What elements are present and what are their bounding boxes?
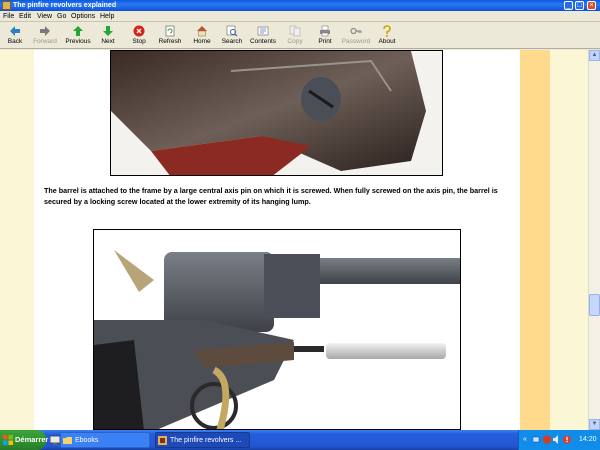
scroll-down-arrow[interactable]: ▼ (589, 419, 600, 430)
refresh-button[interactable]: Refresh (157, 24, 183, 48)
app-icon (2, 1, 11, 10)
content-viewport[interactable]: The barrel is attached to the frame by a… (0, 50, 588, 430)
ebook-app-icon (158, 436, 167, 445)
copy-icon (289, 25, 301, 37)
home-button[interactable]: Home (191, 24, 213, 48)
stop-icon (133, 25, 145, 37)
search-label: Search (221, 38, 243, 45)
next-label: Next (101, 38, 115, 45)
password-button[interactable]: Password (340, 24, 372, 48)
shield-icon[interactable] (543, 435, 551, 444)
toolbar: Back Forward Previous Next Stop Refresh … (0, 23, 600, 49)
key-icon (350, 27, 362, 35)
home-icon (197, 26, 207, 37)
about-icon (383, 25, 391, 37)
minimize-button[interactable]: _ (564, 1, 573, 10)
contents-button[interactable]: Contents (248, 24, 278, 48)
menu-edit[interactable]: Edit (19, 11, 31, 22)
copy-label: Copy (287, 38, 303, 45)
windows-flag-icon (3, 435, 13, 445)
about-label: About (378, 38, 396, 45)
folder-icon (63, 437, 72, 444)
title-bar[interactable]: The pinfire revolvers explained _ □ × (0, 0, 600, 11)
refresh-icon (165, 25, 175, 37)
back-arrow-icon (10, 26, 20, 36)
menu-file[interactable]: File (3, 11, 14, 22)
start-button[interactable]: Démarrer (0, 430, 49, 450)
forward-button[interactable]: Forward (31, 24, 59, 48)
menu-view[interactable]: View (37, 11, 52, 22)
menu-bar: File Edit View Go Options Help (0, 11, 600, 22)
decorative-side-band (520, 50, 550, 430)
tray-expand-icon[interactable]: « (523, 435, 531, 444)
print-icon (320, 25, 330, 37)
quicklaunch-desktop-icon[interactable] (50, 435, 60, 445)
menu-help[interactable]: Help (100, 11, 114, 22)
system-tray: « 14:20 (518, 430, 600, 450)
task-pinfire-label: The pinfire revolvers ... (170, 437, 242, 444)
copy-button[interactable]: Copy (285, 24, 305, 48)
barrel-description-text: The barrel is attached to the frame by a… (44, 186, 498, 206)
menu-options[interactable]: Options (71, 11, 95, 22)
search-icon (226, 25, 238, 37)
next-button[interactable]: Next (97, 24, 119, 48)
back-label: Back (7, 38, 23, 45)
about-button[interactable]: About (376, 24, 398, 48)
window-title: The pinfire revolvers explained (13, 2, 117, 9)
close-button[interactable]: × (587, 1, 596, 10)
forward-arrow-icon (40, 26, 50, 36)
revolver-axis-pin-photo (110, 50, 443, 176)
scroll-thumb[interactable] (589, 294, 600, 316)
taskbar: Démarrer Ebooks The pinfire revolvers ..… (0, 430, 600, 450)
task-ebooks-label: Ebooks (75, 437, 99, 444)
contents-label: Contents (249, 38, 277, 45)
menu-go[interactable]: Go (57, 11, 66, 22)
vertical-scrollbar[interactable]: ▲ ▼ (588, 50, 600, 430)
down-arrow-icon (103, 26, 113, 36)
previous-button[interactable]: Previous (64, 24, 92, 48)
previous-label: Previous (65, 38, 91, 45)
forward-label: Forward (33, 38, 57, 45)
task-ebooks[interactable]: Ebooks (60, 432, 150, 448)
clock[interactable]: 14:20 (579, 430, 597, 450)
stop-button[interactable]: Stop (128, 24, 150, 48)
security-alert-icon[interactable] (563, 435, 571, 444)
contents-icon (257, 26, 269, 36)
password-label: Password (341, 38, 371, 45)
print-button[interactable]: Print (315, 24, 335, 48)
network-icon[interactable] (533, 435, 541, 444)
help-viewer-window: The pinfire revolvers explained _ □ × Fi… (0, 0, 600, 430)
back-button[interactable]: Back (3, 24, 27, 48)
task-pinfire-revolvers[interactable]: The pinfire revolvers ... (155, 432, 250, 448)
start-label: Démarrer (15, 435, 49, 444)
refresh-label: Refresh (158, 38, 182, 45)
home-label: Home (193, 38, 211, 45)
print-label: Print (318, 38, 332, 45)
search-button[interactable]: Search (221, 24, 243, 48)
stop-label: Stop (132, 38, 146, 45)
volume-icon[interactable] (553, 435, 561, 444)
revolver-locking-screw-photo (93, 229, 461, 430)
up-arrow-icon (73, 26, 83, 36)
maximize-button[interactable]: □ (575, 1, 584, 10)
scroll-up-arrow[interactable]: ▲ (589, 50, 600, 61)
